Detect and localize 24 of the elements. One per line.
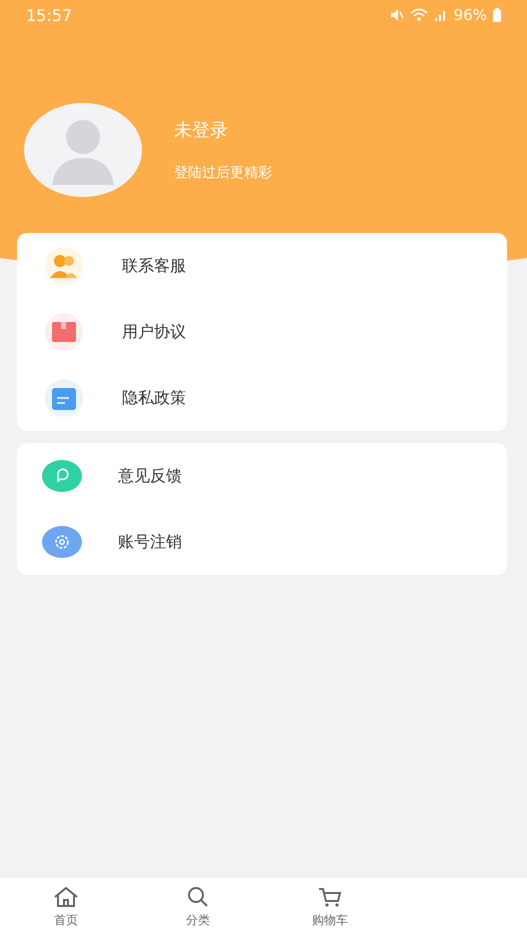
tab[interactable]: 购物车 <box>264 878 396 936</box>
login-hint: 登陆过后更精彩 <box>174 164 272 182</box>
search-icon <box>186 886 210 908</box>
login-status: 未登录 <box>174 119 229 142</box>
feedback-icon <box>42 460 82 492</box>
people-icon <box>42 246 86 286</box>
menu-item[interactable]: 账号注销 <box>17 509 507 575</box>
status-time: 15:57 <box>26 6 74 24</box>
battery-percent: 96% <box>454 6 487 24</box>
menu-item[interactable]: 联系客服 <box>17 233 507 299</box>
signal-icon <box>434 8 448 22</box>
box-icon <box>42 312 86 352</box>
menu-item[interactable]: 用户协议 <box>17 299 507 365</box>
settings-icon <box>42 526 82 558</box>
menu-item[interactable]: 隐私政策 <box>17 365 507 431</box>
menu-item[interactable]: 意见反馈 <box>17 443 507 509</box>
cart-icon <box>317 886 343 908</box>
tab[interactable]: 首页 <box>0 878 132 936</box>
calendar-icon <box>42 378 86 418</box>
battery-icon <box>493 8 501 22</box>
tab[interactable]: 分类 <box>132 878 264 936</box>
wifi-icon <box>410 8 428 22</box>
mute-icon <box>390 8 404 22</box>
home-icon <box>52 886 80 908</box>
